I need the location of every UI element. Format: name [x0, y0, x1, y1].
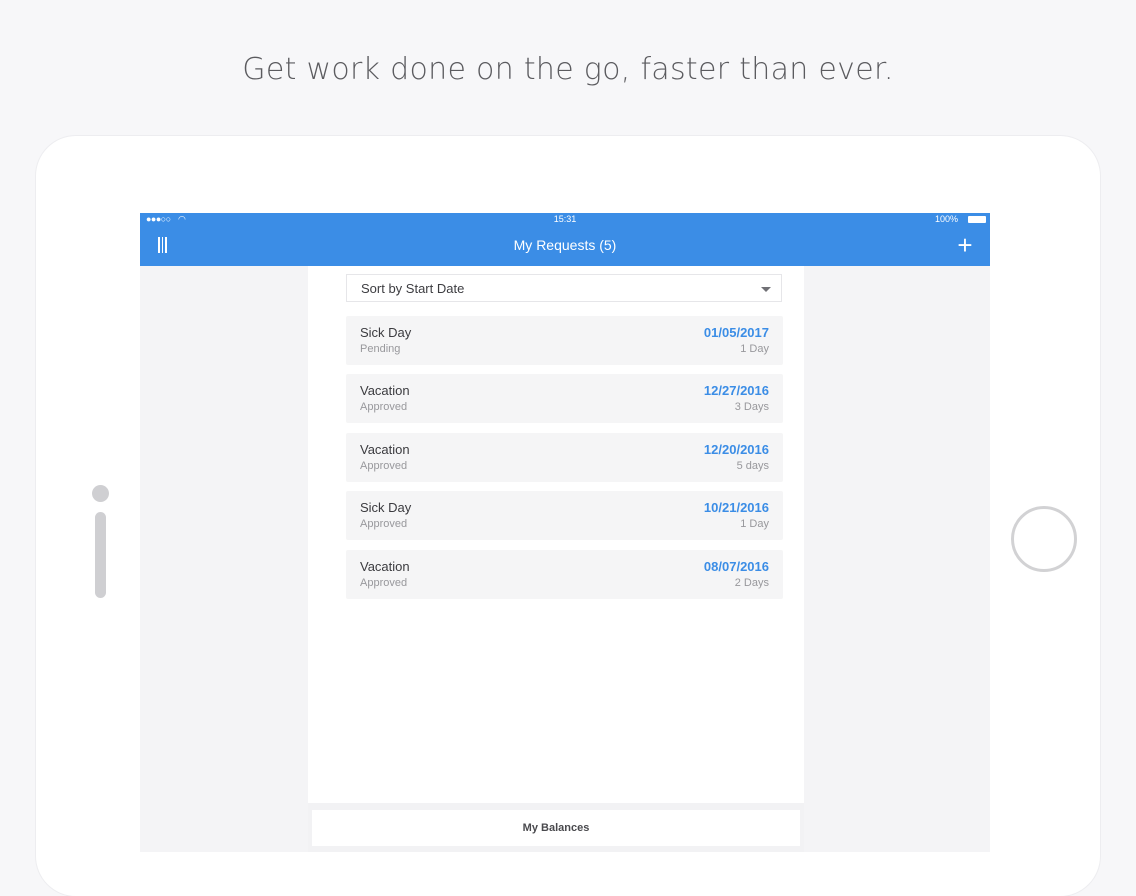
- request-card[interactable]: Sick Day Pending 01/05/2017 1 Day: [346, 316, 783, 365]
- app-screen: ●●●○○ ◠ 15:31 100% My Requests (5) + Sor…: [140, 213, 990, 852]
- requests-panel: Sort by Start Date Sick Day Pending 01/0…: [308, 266, 804, 803]
- request-status: Pending: [360, 343, 401, 355]
- status-bar: ●●●○○ ◠ 15:31 100%: [140, 213, 990, 226]
- request-duration: 1 Day: [740, 518, 769, 531]
- request-status: Approved: [360, 459, 408, 472]
- nav-bar: My Requests (5) +: [140, 226, 990, 266]
- tablet-camera-dot: [92, 485, 109, 502]
- chevron-down-icon: [761, 287, 771, 292]
- tablet-side-slot: [95, 512, 106, 598]
- sort-dropdown-label: Sort by Start Date: [361, 281, 465, 296]
- request-status: Approved: [360, 518, 408, 531]
- page-title: My Requests (5): [513, 237, 617, 253]
- request-card[interactable]: Vacation Approved 08/07/2016 2 Days: [346, 549, 783, 599]
- request-status: Approved: [360, 576, 408, 589]
- my-balances-button[interactable]: My Balances: [312, 810, 800, 846]
- request-type: Vacation: [360, 383, 410, 399]
- request-duration: 1 Day: [740, 343, 769, 355]
- request-date: 10/21/2016: [703, 500, 769, 516]
- request-date: 08/07/2016: [703, 558, 769, 574]
- requests-list: Sick Day Pending 01/05/2017 1 Day Vacati…: [346, 316, 783, 608]
- request-type: Sick Day: [360, 325, 412, 340]
- request-date: 12/20/2016: [703, 441, 769, 457]
- request-type: Sick Day: [360, 500, 412, 516]
- request-duration: 5 days: [736, 459, 769, 472]
- request-card[interactable]: Vacation Approved 12/27/2016 3 Days: [346, 374, 783, 424]
- tablet-home-button: [1011, 506, 1077, 572]
- status-time: 15:31: [553, 214, 577, 224]
- request-date: 12/27/2016: [703, 383, 769, 399]
- request-duration: 2 Days: [734, 576, 769, 589]
- add-request-button[interactable]: +: [956, 232, 974, 258]
- marketing-headline: Get work done on the go, faster than eve…: [242, 52, 894, 87]
- request-type: Vacation: [360, 441, 410, 457]
- request-card[interactable]: Sick Day Approved 10/21/2016 1 Day: [346, 491, 783, 541]
- request-card[interactable]: Vacation Approved 12/20/2016 5 days: [346, 432, 783, 482]
- battery-percent: 100%: [934, 214, 958, 224]
- request-type: Vacation: [360, 558, 410, 574]
- request-status: Approved: [360, 401, 408, 414]
- battery-icon: [968, 216, 986, 223]
- bottom-bar: My Balances: [308, 803, 804, 852]
- sort-dropdown[interactable]: Sort by Start Date: [346, 274, 782, 302]
- request-date: 01/05/2017: [703, 325, 769, 340]
- request-duration: 3 Days: [734, 401, 769, 414]
